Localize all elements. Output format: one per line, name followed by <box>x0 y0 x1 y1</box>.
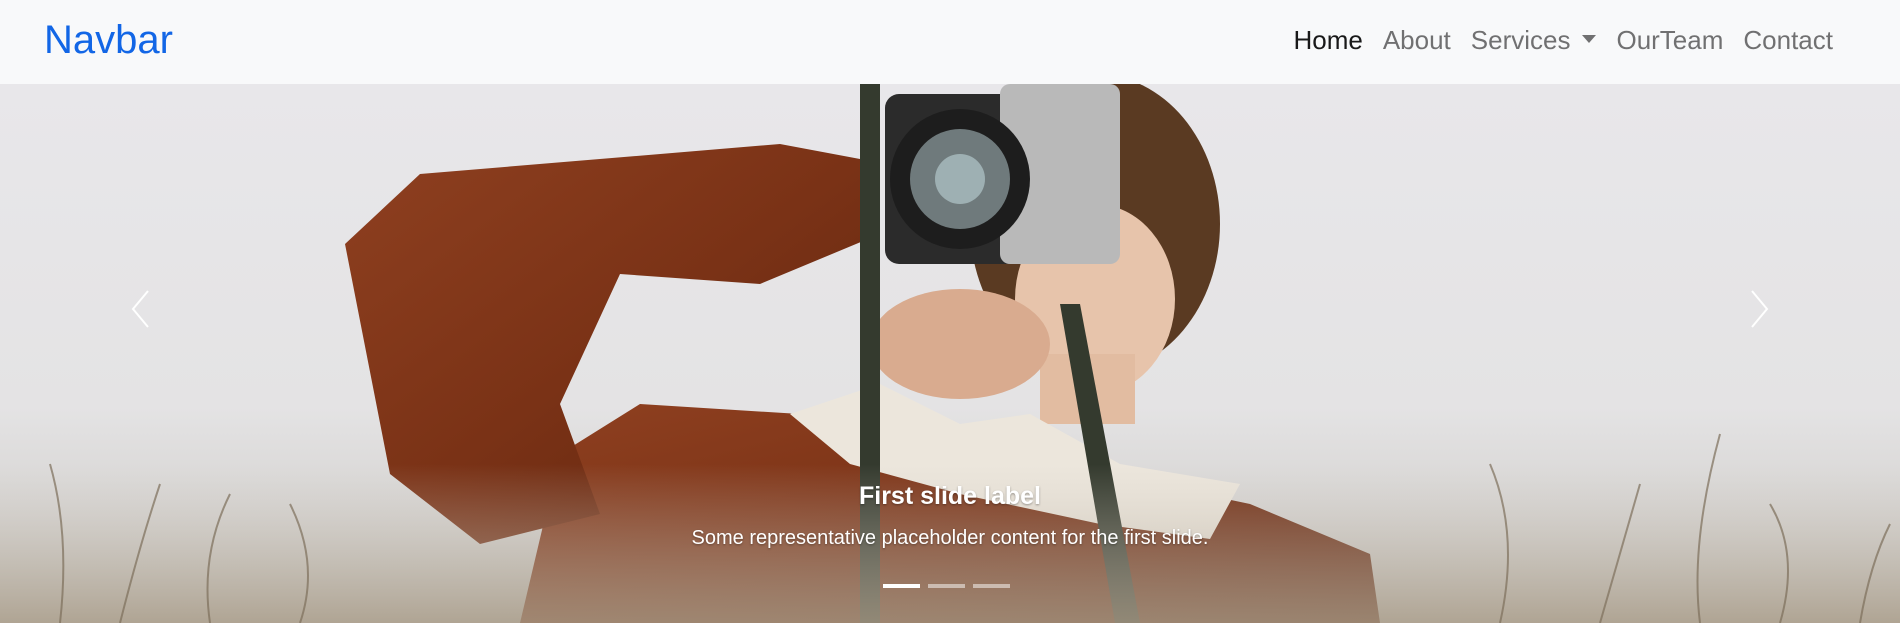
navbar-brand[interactable]: Navbar <box>44 16 173 64</box>
carousel: First slide label Some representative pl… <box>0 84 1900 623</box>
navbar: Navbar Home About Services OurTeam Conta… <box>0 0 1900 84</box>
nav-links: Home About Services OurTeam Contact <box>1283 22 1843 58</box>
caret-down-icon <box>1582 35 1597 43</box>
nav-link-ourteam[interactable]: OurTeam <box>1606 22 1733 58</box>
carousel-indicator-1[interactable] <box>883 584 920 588</box>
chevron-left-icon <box>131 290 149 328</box>
carousel-indicators <box>883 584 1010 588</box>
slide-caption-text: Some representative placeholder content … <box>691 527 1209 549</box>
chevron-right-icon <box>1751 290 1769 328</box>
nav-link-contact[interactable]: Contact <box>1733 22 1843 58</box>
nav-link-services-label: Services <box>1470 25 1571 55</box>
nav-link-about[interactable]: About <box>1373 22 1461 58</box>
slide-caption-title: First slide label <box>858 482 1041 510</box>
carousel-indicator-3[interactable] <box>973 584 1010 588</box>
carousel-indicator-2[interactable] <box>928 584 965 588</box>
nav-link-home[interactable]: Home <box>1283 22 1372 58</box>
nav-link-services[interactable]: Services <box>1461 22 1607 58</box>
